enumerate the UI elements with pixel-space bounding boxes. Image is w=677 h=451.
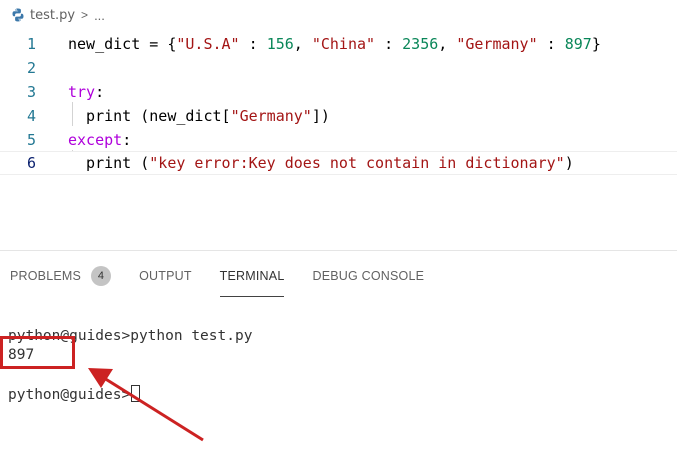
panel-tabs: PROBLEMS 4 OUTPUT TERMINAL DEBUG CONSOLE xyxy=(0,251,677,301)
code-text[interactable]: print ("key error:Key does not contain i… xyxy=(68,154,574,172)
terminal-prompt-line[interactable]: python@guides> xyxy=(8,385,141,404)
line-number: 5 xyxy=(26,131,36,149)
code-line[interactable]: 2 xyxy=(0,56,677,80)
code-text[interactable]: new_dict = {"U.S.A" : 156, "China" : 235… xyxy=(68,35,601,53)
line-number: 6 xyxy=(26,154,36,172)
chevron-right-icon: > xyxy=(81,8,89,22)
code-text[interactable]: try: xyxy=(68,83,104,101)
tab-terminal[interactable]: TERMINAL xyxy=(219,251,285,301)
code-text[interactable]: except: xyxy=(68,131,131,149)
problems-count-badge: 4 xyxy=(91,266,112,286)
code-line[interactable]: 4 print (new_dict["Germany"]) xyxy=(0,104,677,128)
tab-debug-console[interactable]: DEBUG CONSOLE xyxy=(312,251,424,301)
code-line-active[interactable]: 6 print ("key error:Key does not contain… xyxy=(0,151,677,175)
breadcrumb-file[interactable]: test.py xyxy=(30,8,75,23)
python-file-icon xyxy=(12,8,24,22)
code-line[interactable]: 5 except: xyxy=(0,128,677,152)
line-number: 2 xyxy=(26,59,36,77)
code-text[interactable]: print (new_dict["Germany"]) xyxy=(68,107,330,125)
bottom-panel: PROBLEMS 4 OUTPUT TERMINAL DEBUG CONSOLE… xyxy=(0,250,677,451)
code-line[interactable]: 3 try: xyxy=(0,80,677,104)
breadcrumb-more[interactable]: ... xyxy=(94,8,105,23)
tab-problems[interactable]: PROBLEMS 4 xyxy=(10,251,112,301)
code-editor[interactable]: 1 new_dict = {"U.S.A" : 156, "China" : 2… xyxy=(0,30,677,190)
annotation-highlight-box xyxy=(0,336,75,369)
breadcrumb: test.py > ... xyxy=(0,0,677,30)
line-number: 3 xyxy=(26,83,36,101)
code-line[interactable]: 1 new_dict = {"U.S.A" : 156, "China" : 2… xyxy=(0,32,677,56)
tab-output[interactable]: OUTPUT xyxy=(139,251,192,301)
line-number: 1 xyxy=(26,35,36,53)
terminal-cursor xyxy=(131,385,141,402)
line-number: 4 xyxy=(26,107,36,125)
